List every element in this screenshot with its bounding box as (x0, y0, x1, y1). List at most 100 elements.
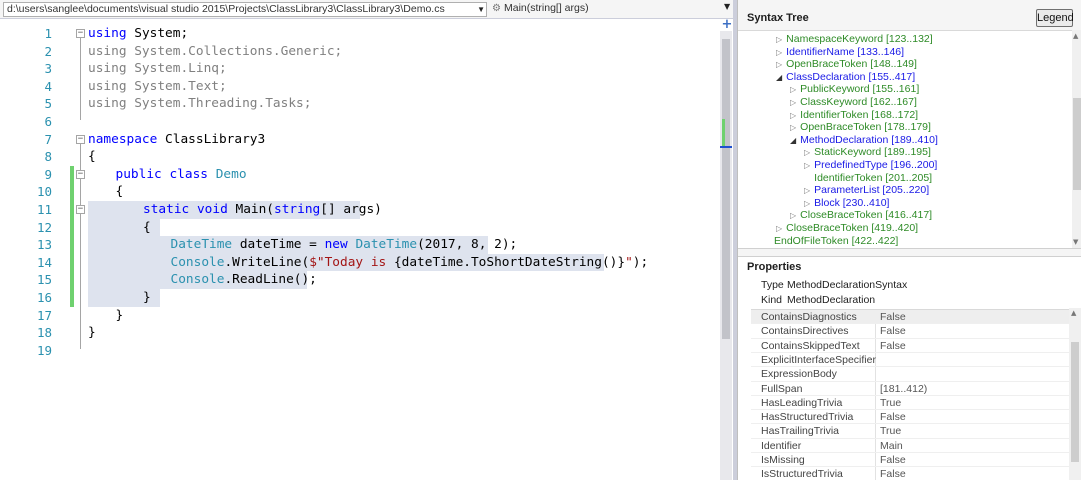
property-row[interactable]: ExplicitInterfaceSpecifier (751, 353, 1069, 368)
member-dropdown[interactable]: ⚙ Main(string[] args) (490, 2, 722, 17)
collapsed-arrow-icon[interactable]: ▷ (776, 60, 782, 69)
property-row[interactable]: Identifier Main (751, 439, 1069, 454)
collapsed-arrow-icon[interactable]: ▷ (804, 148, 810, 157)
scrollbar-thumb[interactable] (1071, 342, 1079, 462)
property-row[interactable]: HasLeadingTrivia True (751, 396, 1069, 411)
code-text: { (116, 183, 124, 201)
code-line[interactable]: 10 { (0, 183, 720, 201)
property-row[interactable]: ExpressionBody (751, 367, 1069, 382)
tree-node[interactable]: ▷ NamespaceKeyword [123..132] (776, 33, 933, 46)
chevron-down-icon[interactable]: ▼ (724, 2, 730, 11)
code-line[interactable]: 13 DateTime dateTime = new DateTime(2017,… (0, 236, 720, 254)
collapsed-arrow-icon[interactable]: ▷ (790, 111, 796, 120)
code-text: using System.Collections.Generic; (88, 43, 342, 61)
expanded-arrow-icon[interactable]: ◢ (790, 136, 796, 145)
scroll-up-icon[interactable]: ▲ (1073, 32, 1078, 40)
collapsed-arrow-icon[interactable]: ▷ (776, 48, 782, 57)
code-token: using System.Text; (88, 78, 227, 94)
code-line[interactable]: 2 using System.Collections.Generic; (0, 43, 720, 61)
property-row[interactable]: IsStructuredTrivia False (751, 467, 1069, 480)
line-number: 12 (36, 219, 52, 235)
code-line[interactable]: 4 using System.Text; (0, 78, 720, 96)
scroll-down-icon[interactable]: ▼ (1073, 238, 1078, 246)
property-value: False (880, 468, 906, 480)
code-area[interactable]: 1− using System; 2 using System.Collections… (0, 19, 720, 480)
property-row[interactable]: ContainsDiagnostics False (751, 310, 1069, 325)
code-line[interactable]: 18} (0, 324, 720, 342)
tree-node[interactable]: ▷ Block [230..410] (804, 197, 889, 210)
split-editor-icon[interactable]: + (721, 18, 733, 31)
code-line[interactable]: 17} (0, 307, 720, 325)
tree-node[interactable]: ▷ IdentifierToken [201..205] (804, 172, 932, 185)
line-number: 16 (36, 290, 52, 305)
syntax-tree-view[interactable]: ▷ NamespaceKeyword [123..132] ▷ IdentifierN… (738, 30, 1072, 248)
property-grid[interactable]: ContainsDiagnostics False ContainsDirectiv… (751, 309, 1069, 480)
collapsed-arrow-icon[interactable]: ▷ (790, 98, 796, 107)
collapse-toggle-icon[interactable]: − (76, 205, 85, 214)
collapsed-arrow-icon[interactable]: ▷ (804, 186, 810, 195)
property-row[interactable]: HasStructuredTrivia False (751, 410, 1069, 425)
tree-node[interactable]: ▷ OpenBraceToken [178..179] (790, 121, 931, 134)
collapsed-arrow-icon[interactable]: ▷ (804, 199, 810, 208)
code-line[interactable]: 9 − public class Demo (0, 166, 720, 184)
code-line[interactable]: 7 − namespace ClassLibrary3 (0, 131, 720, 149)
tree-node[interactable]: ▷ CloseBraceToken [416..417] (790, 209, 932, 222)
expanded-arrow-icon[interactable]: ◢ (776, 73, 782, 82)
code-line[interactable]: 6 (0, 113, 720, 131)
collapsed-arrow-icon[interactable]: ▷ (776, 224, 782, 233)
collapsed-arrow-icon[interactable]: ▷ (804, 161, 810, 170)
collapsed-arrow-icon[interactable]: ▷ (790, 123, 796, 132)
property-row[interactable]: HasTrailingTrivia True (751, 424, 1069, 439)
panel-splitter[interactable] (738, 248, 1081, 256)
tree-node[interactable]: ▷ PredefinedType [196..200] (804, 159, 937, 172)
collapse-toggle-icon[interactable]: − (76, 29, 85, 38)
tree-node[interactable]: ▷ ClassKeyword [162..167] (790, 96, 917, 109)
property-name: ContainsDirectives (761, 325, 849, 338)
code-token: } (88, 325, 96, 341)
tree-vertical-scrollbar[interactable]: ▲ ▼ (1072, 30, 1081, 248)
scrollbar-thumb[interactable] (722, 39, 730, 339)
property-row[interactable]: ContainsDirectives False (751, 324, 1069, 339)
code-line[interactable]: 5 using System.Threading.Tasks; (0, 95, 720, 113)
code-line[interactable]: 11 − static void Main(string[] args) (0, 201, 720, 219)
tree-node-label: IdentifierName [133..146] (786, 45, 905, 58)
code-line[interactable]: 14 Console.WriteLine($"Today is {dateTime… (0, 253, 720, 272)
code-line[interactable]: 12 { (0, 218, 720, 237)
tree-node[interactable]: ▷ OpenBraceToken [148..149] (776, 58, 917, 71)
code-line[interactable]: 19 (0, 342, 720, 360)
property-row[interactable]: FullSpan [181..412) (751, 382, 1069, 396)
code-line[interactable]: 1 − using System; (0, 25, 720, 43)
legend-button[interactable]: Legend (1036, 9, 1074, 27)
tree-node[interactable]: EndOfFileToken [422..422] (774, 235, 898, 248)
tree-node[interactable]: ▷ StaticKeyword [189..195] (804, 146, 931, 159)
collapse-toggle-icon[interactable]: − (76, 134, 85, 144)
collapsed-arrow-icon[interactable]: ▷ (790, 85, 796, 94)
code-editor[interactable]: d:\users\sanglee\documents\visual studio… (0, 0, 737, 480)
collapse-toggle-icon[interactable]: − (76, 169, 85, 179)
code-line[interactable]: 3 using System.Linq; (0, 60, 720, 78)
chevron-down-icon[interactable]: ▼ (477, 3, 485, 16)
code-line[interactable]: 8{ (0, 148, 720, 166)
tree-node[interactable]: ▷ CloseBraceToken [419..420] (776, 222, 918, 235)
editor-vertical-scrollbar[interactable] (720, 31, 732, 480)
scroll-up-icon[interactable]: ▲ (1071, 309, 1076, 317)
code-line[interactable]: 15 Console.ReadLine(); (0, 271, 720, 289)
property-row[interactable]: IsMissing False (751, 453, 1069, 468)
code-token: DateTime (355, 237, 418, 253)
tree-node[interactable]: ▷ ParameterList [205..220] (804, 184, 929, 197)
tree-node[interactable]: ◢ MethodDeclaration [189..410] (790, 134, 938, 147)
tree-node[interactable]: ◢ ClassDeclaration [155..417] (776, 71, 915, 84)
properties-vertical-scrollbar[interactable]: ▲ (1069, 308, 1081, 480)
property-row[interactable]: ContainsSkippedText False (751, 339, 1069, 353)
file-path-dropdown[interactable]: d:\users\sanglee\documents\visual studio… (3, 2, 487, 17)
tree-node[interactable]: ▷ IdentifierToken [168..172] (790, 109, 918, 122)
code-line[interactable]: 16} (0, 289, 720, 307)
tree-node[interactable]: ▷ PublicKeyword [155..161] (790, 83, 919, 96)
collapsed-arrow-icon[interactable]: ▷ (790, 211, 796, 220)
member-dropdown-text: Main(string[] args) (504, 2, 589, 14)
tree-node[interactable]: ▷ IdentifierName [133..146] (776, 46, 904, 59)
code-text: using System.Text; (88, 78, 227, 96)
collapsed-arrow-icon[interactable]: ▷ (776, 35, 782, 44)
property-name: HasTrailingTrivia (761, 425, 839, 438)
scrollbar-thumb[interactable] (1073, 98, 1081, 190)
